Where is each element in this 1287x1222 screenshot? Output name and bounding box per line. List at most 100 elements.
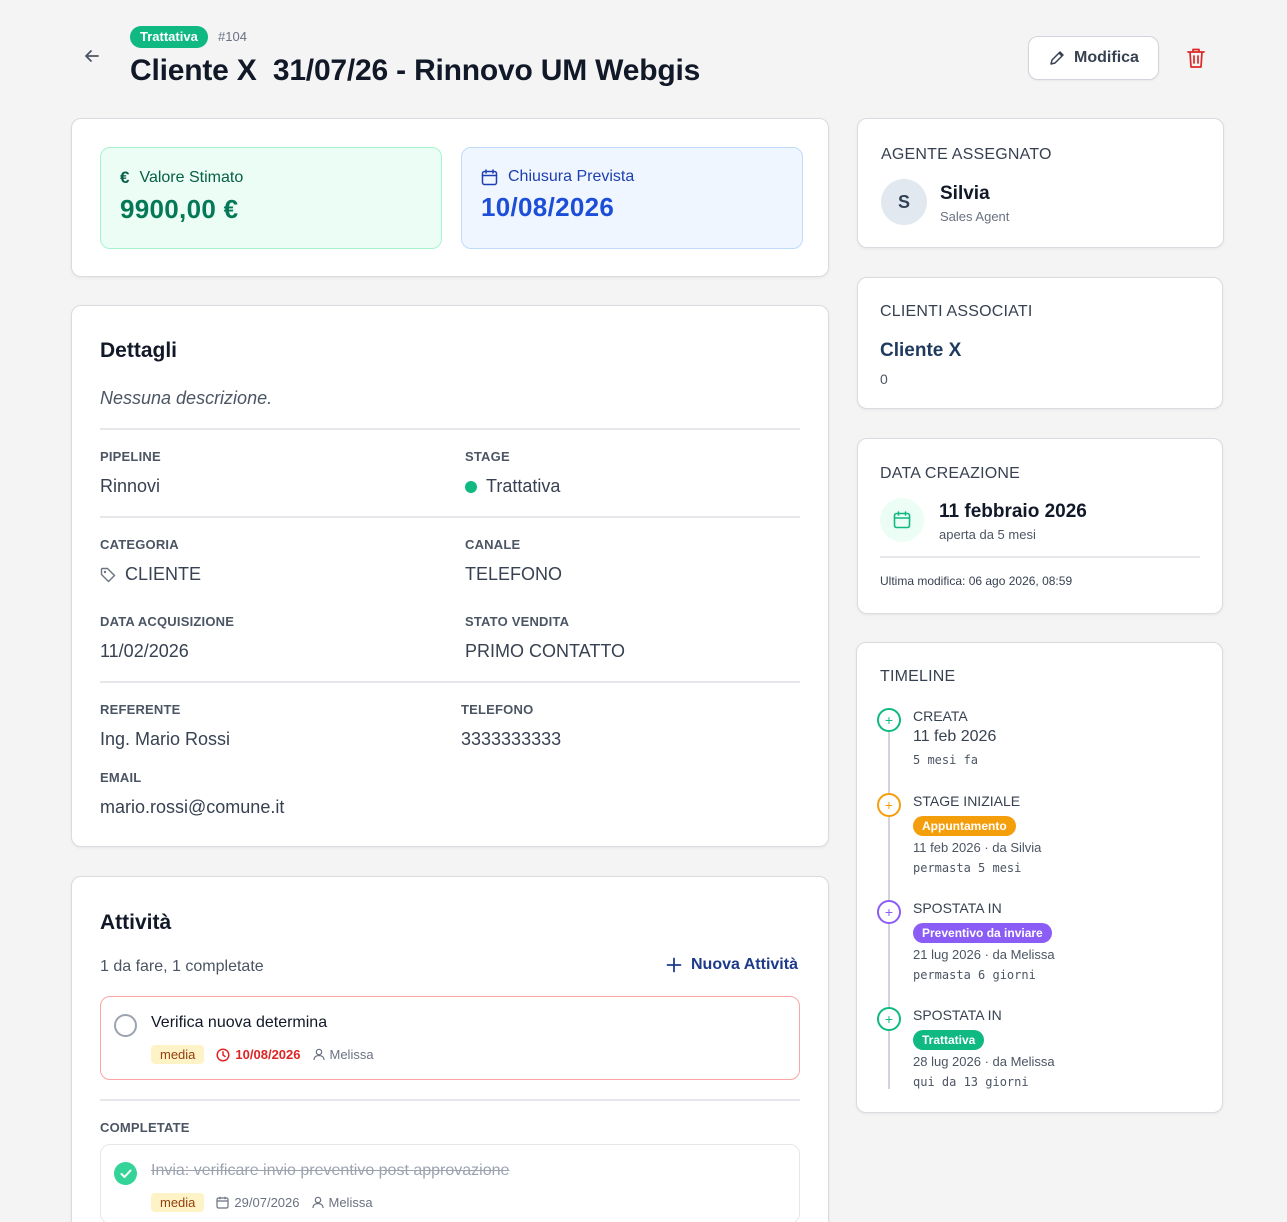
client-link[interactable]: Cliente X [880,340,961,362]
completed-label: COMPLETATE [100,1120,190,1135]
timeline-event-title: CREATA [913,708,968,724]
contact-value: Ing. Mario Rossi [100,729,231,749]
expected-close-date: 10/08/2026 [481,192,615,222]
timeline-event-meta: 28 lug 2026 · da Melissa [913,1054,1055,1069]
arrow-left-icon [85,50,99,62]
task-checkbox-checked[interactable] [114,1162,137,1185]
sale-status-label: STATO VENDITA [465,614,570,629]
divider [880,556,1200,558]
agent-label: AGENTE ASSEGNATO [881,146,1052,163]
user-icon [311,1196,324,1209]
activities-summary: 1 da fare, 1 completate [100,958,264,975]
priority-badge: media [151,1193,205,1212]
edit-button[interactable]: Modifica [1028,36,1159,80]
timeline-event-title: STAGE INIZIALE [913,793,1021,809]
client-count: 0 [880,371,888,387]
task-item[interactable]: Verifica nuova determina media 10/08/202… [100,996,800,1080]
stage-badge: Preventivo da inviare [913,923,1052,943]
pipeline-label: PIPELINE [100,449,161,464]
euro-icon: € [120,168,130,187]
timeline-event-duration: qui da 13 giorni [913,1075,1029,1089]
timeline-event-meta: 21 lug 2026 · da Melissa [913,947,1055,962]
timeline-event-title: SPOSTATA IN [913,1007,1002,1023]
category-value: CLIENTE [100,564,201,585]
back-button[interactable] [80,44,104,68]
expected-close-box: Chiusura Prevista 10/08/2026 [461,147,803,249]
channel-label: CANALE [465,537,521,552]
calendar-icon [216,1196,230,1209]
email-value: mario.rossi@comune.it [100,797,285,817]
new-activity-button[interactable]: Nuova Attività [666,956,798,974]
creation-age: aperta da 5 mesi [939,527,1036,542]
clock-icon [216,1047,230,1062]
avatar: S [881,179,927,225]
calendar-icon [481,168,498,185]
timeline-event-ago: 5 mesi fa [913,753,979,767]
clients-card: CLIENTI ASSOCIATI Cliente X 0 [857,277,1223,409]
activities-title: Attività [100,911,172,934]
priority-badge: media [151,1045,205,1064]
estimated-value-label: Valore Stimato [139,169,244,186]
task-title: Verifica nuova determina [151,1014,328,1031]
creation-label: DATA CREAZIONE [880,465,1021,482]
pencil-icon [1050,51,1064,65]
delete-button[interactable] [1183,45,1209,71]
timeline-event-meta: 11 feb 2026 · da Silvia [913,840,1042,855]
phone-label: TELEFONO [461,702,534,717]
deal-id: #104 [218,29,247,44]
plus-circle-icon: + [877,708,901,732]
stage-label: STAGE [465,449,510,464]
edit-button-label: Modifica [1074,49,1139,66]
stage-icon: + [877,793,901,817]
stage-value-text: Trattativa [486,476,561,496]
acquisition-date-label: DATA ACQUISIZIONE [100,614,235,629]
email-label: EMAIL [100,770,142,785]
move-icon: + [877,1007,901,1031]
calendar-badge [880,498,924,542]
stage-value: Trattativa [465,476,560,497]
agent-card: AGENTE ASSEGNATO S Silvia Sales Agent [857,118,1224,248]
tag-icon [100,567,116,582]
details-title: Dettagli [100,339,178,362]
calendar-icon [893,511,911,529]
acquisition-date-value: 11/02/2026 [100,641,189,661]
stage-dot-icon [465,480,477,493]
task-due-date: 29/07/2026 [234,1195,300,1210]
timeline-label: TIMELINE [880,668,956,685]
divider [100,681,800,683]
category-label: CATEGORIA [100,537,179,552]
stage-badge: Trattativa [130,26,208,48]
activities-card: Attività 1 da fare, 1 completate Nuova A… [71,876,829,1222]
expected-close-label: Chiusura Prevista [508,168,635,185]
contact-label: REFERENTE [100,702,181,717]
agent-name: Silvia [940,183,990,204]
pipeline-value: Rinnovi [100,476,161,496]
task-title: Invia: verificare invio preventivo post … [151,1162,510,1179]
move-icon: + [877,900,901,924]
trash-icon [1187,48,1205,68]
agent-role: Sales Agent [940,209,1010,224]
stage-badge: Appuntamento [913,816,1016,836]
category-value-text: CLIENTE [125,564,202,584]
stage-badge: Trattativa [913,1030,985,1050]
check-icon [120,1169,131,1178]
divider [100,1099,800,1101]
creation-card: DATA CREAZIONE 11 febbraio 2026 aperta d… [857,438,1223,614]
task-checkbox[interactable] [114,1014,137,1037]
timeline-event-title: SPOSTATA IN [913,900,1002,916]
divider [100,516,800,518]
task-item-completed[interactable]: Invia: verificare invio preventivo post … [100,1144,800,1222]
timeline-event-duration: permasta 6 giorni [913,968,1036,982]
plus-icon [666,957,682,973]
phone-value: 3333333333 [461,729,562,749]
task-assignee: Melissa [328,1195,373,1210]
task-due-date: 10/08/2026 [235,1047,301,1062]
divider [100,428,800,430]
new-activity-label: Nuova Attività [691,956,798,973]
creation-date: 11 febbraio 2026 [939,501,1087,522]
description: Nessuna descrizione. [100,388,273,408]
timeline-card: TIMELINE + CREATA 11 feb 2026 5 mesi fa … [856,642,1223,1113]
task-assignee: Melissa [329,1047,374,1062]
sale-status-value: PRIMO CONTATTO [465,641,625,661]
estimated-value-box: € Valore Stimato 9900,00 € [100,147,442,249]
